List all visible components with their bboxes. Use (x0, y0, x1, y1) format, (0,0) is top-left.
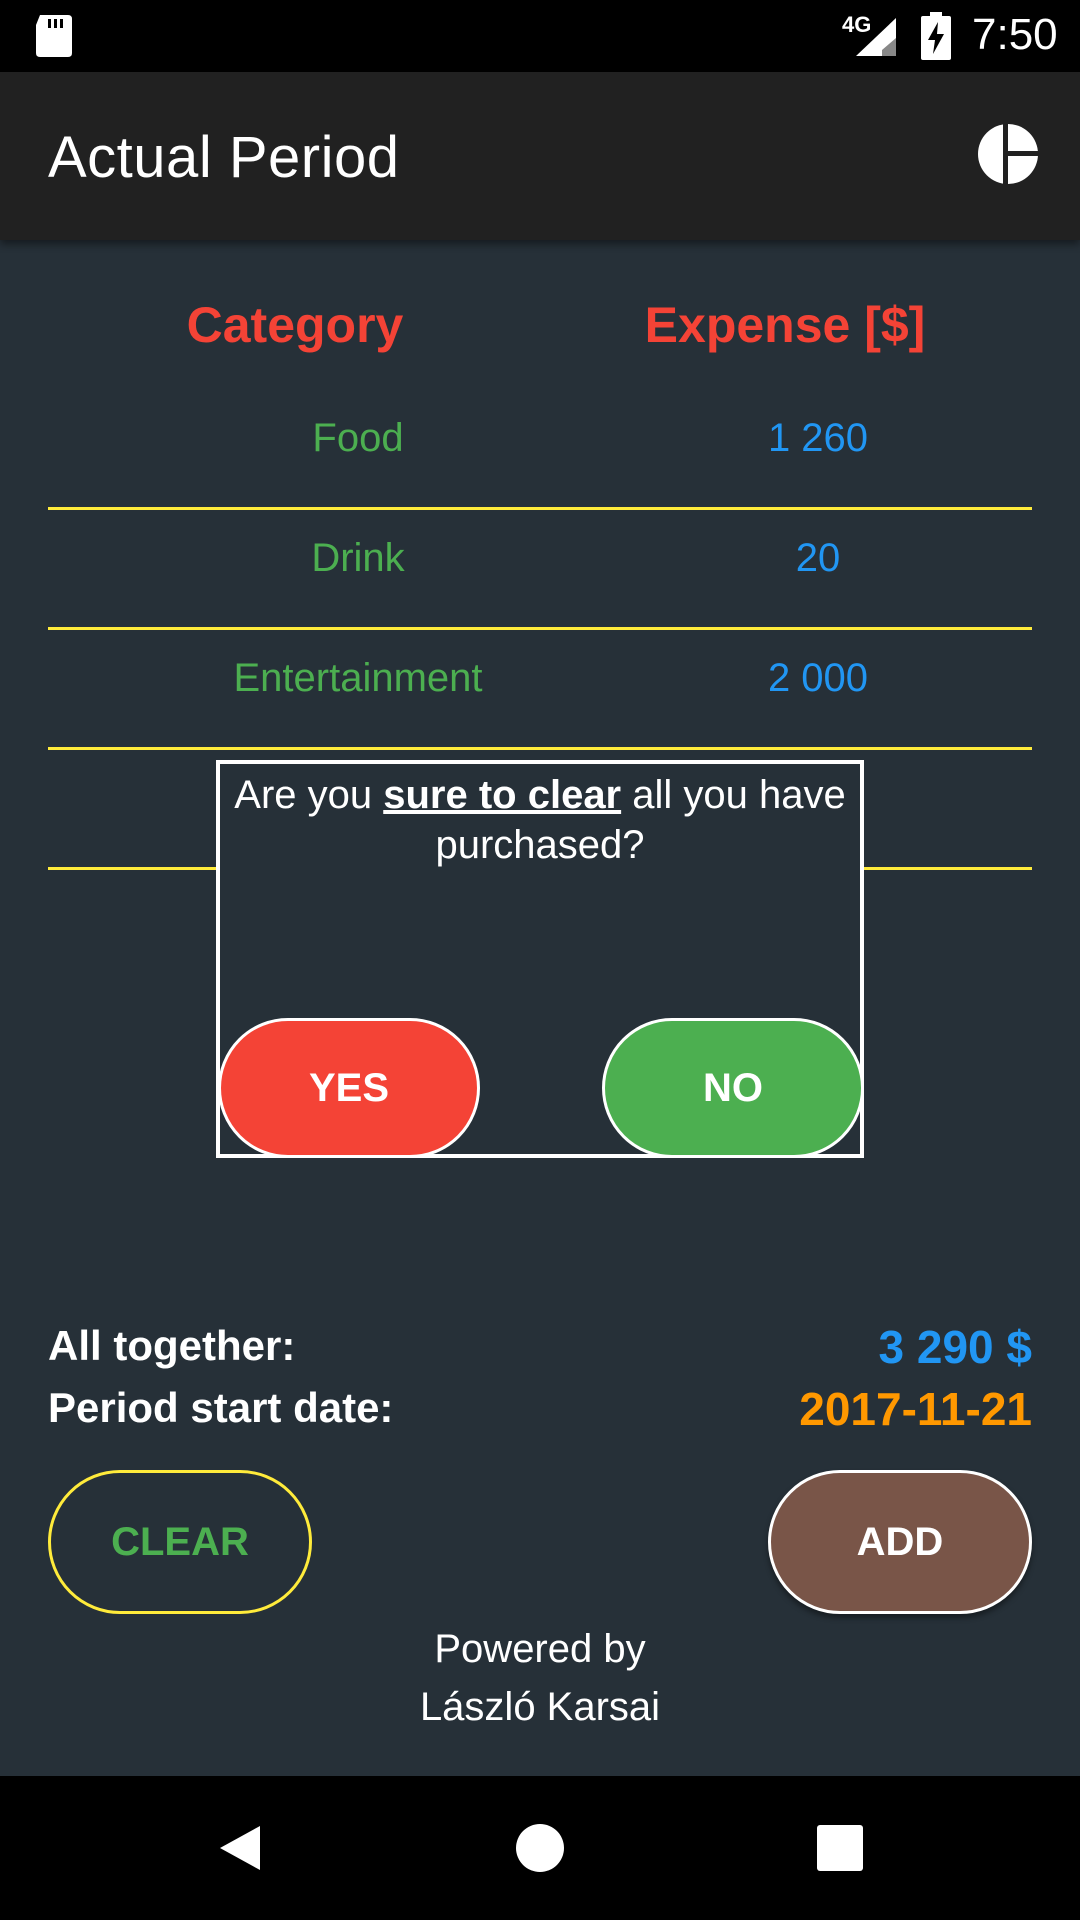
footer-line-2: László Karsai (419, 1685, 661, 1729)
table-row[interactable]: Food 1 260 (48, 390, 1032, 510)
home-icon[interactable] (510, 1818, 570, 1878)
category-cell: Food (312, 416, 404, 460)
category-column-header: Category (186, 297, 404, 353)
footer-line-1: Powered by (434, 1627, 646, 1671)
signal-icon (856, 18, 896, 56)
dialog-message-emphasis: sure to clear (383, 773, 622, 817)
table-header: Category Expense [$] (0, 296, 1080, 356)
confirm-clear-dialog: Are you sure to clear all you have purch… (216, 760, 864, 1158)
category-cell: Drink (311, 536, 405, 580)
table-row[interactable]: Drink 20 (48, 510, 1032, 630)
recents-icon[interactable] (810, 1818, 870, 1878)
page-title: Actual Period (48, 125, 400, 190)
total-value: 3 290 $ (878, 1321, 1032, 1373)
start-date-label: Period start date: (48, 1384, 394, 1431)
battery-charging-icon (921, 12, 951, 60)
expense-cell: 20 (795, 536, 841, 580)
start-date-value: 2017-11-21 (799, 1383, 1032, 1435)
pie-chart-icon[interactable] (976, 122, 1040, 186)
clear-button[interactable]: CLEAR (48, 1470, 312, 1614)
back-icon[interactable] (210, 1818, 270, 1878)
expense-cell: 2 000 (767, 656, 869, 700)
expense-cell: 1 260 (767, 416, 869, 460)
add-button[interactable]: ADD (768, 1470, 1032, 1614)
dialog-message-prefix: Are you (234, 773, 384, 817)
table-row[interactable]: Entertainment 2 000 (48, 630, 1032, 750)
sd-card-icon (36, 15, 72, 57)
app-bar: Actual Period (0, 72, 1080, 240)
navigation-bar (0, 1776, 1080, 1920)
clock: 7:50 (972, 10, 1058, 59)
total-label: All together: (48, 1322, 296, 1369)
category-cell: Entertainment (233, 656, 483, 700)
footer-credit: Powered by László Karsai (0, 1620, 1080, 1736)
expense-column-header: Expense [$] (644, 297, 926, 353)
dialog-message: Are you sure to clear all you have purch… (220, 770, 860, 870)
no-button[interactable]: NO (602, 1018, 864, 1158)
status-bar: 4G 7:50 (0, 0, 1080, 72)
yes-button[interactable]: YES (218, 1018, 480, 1158)
